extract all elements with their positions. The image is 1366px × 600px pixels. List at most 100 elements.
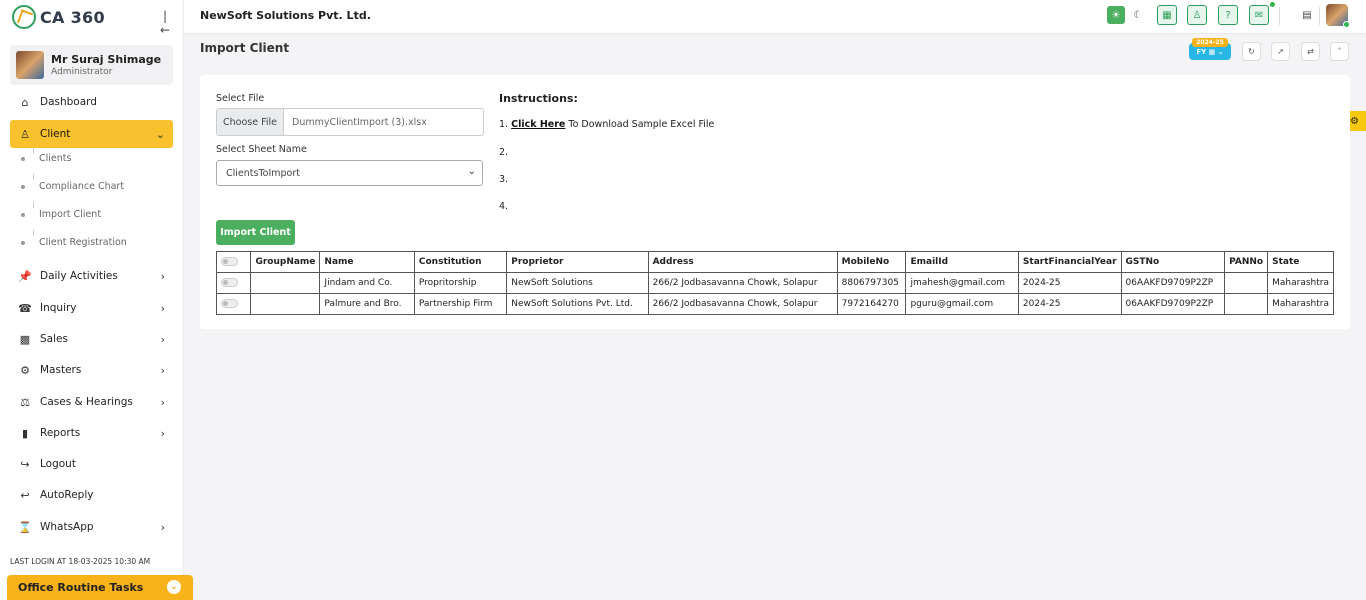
sidebar-item-cases-hearings[interactable]: ⚖ Cases & Hearings › — [10, 388, 173, 416]
table-cell: NewSoft Solutions Pvt. Ltd. — [506, 293, 649, 315]
hourglass-icon: ⌛ — [18, 520, 32, 534]
import-card: Select File Choose File DummyClientImpor… — [200, 75, 1350, 329]
table-cell — [1224, 293, 1269, 315]
table-cell: 06AAKFD9709P2ZP — [1120, 293, 1226, 315]
sidebar-item-label: Reports — [40, 427, 81, 439]
table-cell: Partnership Firm — [413, 293, 508, 315]
reply-icon: ↩ — [20, 488, 30, 502]
apps-icon[interactable]: ▦ — [1157, 5, 1177, 25]
import-preview-table: GroupName Name Constitution Proprietor A… — [215, 251, 1334, 315]
column-header: Constitution — [413, 251, 508, 273]
sidebar-subitem-clients[interactable]: Clients — [21, 152, 71, 166]
fy-year-badge: 2024-25 — [1192, 38, 1228, 47]
instruction-3: 3. — [499, 174, 509, 185]
topbar: NewSoft Solutions Pvt. Ltd. ☀ ☾ ▦ ♙ ? ✉ … — [184, 0, 1366, 34]
pin-icon[interactable]: ↗ — [1271, 42, 1290, 61]
calendar-icon: ▦ — [1208, 47, 1216, 56]
table-cell: 06AAKFD9709P2ZP — [1120, 272, 1226, 294]
dark-mode-icon[interactable]: ☾ — [1128, 5, 1148, 25]
user-name: Mr Suraj Shimage — [51, 53, 162, 66]
table-cell: Jindam and Co. — [319, 272, 415, 294]
instruction-1: 1. Click Here To Download Sample Excel F… — [499, 119, 714, 130]
sidebar-subitem-client-registration[interactable]: Client Registration — [21, 236, 127, 250]
chat-icon[interactable]: ▤ — [1297, 5, 1317, 25]
subitem-label: Client Registration — [39, 237, 127, 248]
column-header: PANNo — [1224, 251, 1269, 273]
bullet-icon — [21, 213, 25, 217]
instruction-text: To Download Sample Excel File — [568, 119, 715, 130]
toggle-switch[interactable] — [221, 299, 238, 308]
toggle-switch[interactable] — [221, 257, 238, 266]
subitem-label: Compliance Chart — [39, 181, 125, 192]
column-header: EmailId — [905, 251, 1019, 273]
sidebar-item-inquiry[interactable]: ☎ Inquiry › — [10, 294, 173, 322]
announcement-icon[interactable]: ✉ — [1249, 5, 1269, 25]
logo-text: CA 360 — [40, 7, 105, 27]
sidebar-item-daily-activities[interactable]: 📌 Daily Activities › — [10, 262, 173, 290]
download-sample-link[interactable]: Click Here — [511, 119, 565, 130]
file-name: DummyClientImport (3).xlsx — [292, 116, 427, 128]
column-header: GroupName — [250, 251, 321, 273]
divider — [1319, 7, 1320, 25]
refresh-icon[interactable]: ↻ — [1242, 42, 1261, 61]
tree-line — [33, 202, 34, 208]
table-cell — [250, 272, 321, 294]
collapse-sidebar-icon[interactable]: |← — [158, 9, 172, 37]
bullet-icon — [21, 185, 25, 189]
file-input[interactable]: Choose File DummyClientImport (3).xlsx — [216, 108, 484, 136]
column-header: Proprietor — [506, 251, 649, 273]
toggle-switch[interactable] — [221, 278, 238, 287]
sidebar-item-sales[interactable]: ▩ Sales › — [10, 325, 173, 353]
import-client-button[interactable]: Import Client — [216, 220, 295, 245]
table-cell: 266/2 Jodbasavanna Chowk, Solapur — [647, 272, 838, 294]
logo-icon — [12, 5, 36, 29]
sheet-name-select[interactable]: ClientsToImport ⌄ — [216, 160, 483, 186]
select-all-toggle-cell[interactable] — [215, 251, 252, 273]
file-icon: ▮ — [21, 426, 29, 440]
row-toggle-cell[interactable] — [215, 293, 252, 315]
column-header: Name — [319, 251, 415, 273]
sidebar-item-label: Logout — [40, 458, 76, 470]
tree-line — [33, 148, 34, 154]
user-role: Administrator — [51, 67, 113, 77]
sidebar-item-whatsapp[interactable]: ⌛ WhatsApp › — [10, 513, 173, 541]
table-cell: 266/2 Jodbasavanna Chowk, Solapur — [647, 293, 838, 315]
chevron-down-icon: ⌄ — [467, 166, 476, 177]
office-routine-tasks-button[interactable]: Office Routine Tasks ⌄ — [7, 575, 193, 600]
chevron-right-icon: › — [160, 521, 165, 534]
sidebar-item-label: Sales — [40, 333, 68, 345]
column-header: MobileNo — [836, 251, 907, 273]
table-cell — [250, 293, 321, 315]
sidebar-item-reports[interactable]: ▮ Reports › — [10, 419, 173, 447]
chevron-up-icon[interactable]: ˄ — [1330, 42, 1349, 61]
chevron-down-icon: ⌄ — [1217, 47, 1224, 56]
instructions-title: Instructions: — [499, 92, 578, 105]
bullet-icon — [21, 157, 25, 161]
sidebar-subitem-import-client[interactable]: Import Client — [21, 208, 101, 222]
divider — [1279, 7, 1280, 25]
light-mode-icon[interactable]: ☀ — [1107, 6, 1125, 24]
sidebar-item-autoreply[interactable]: ↩ AutoReply — [10, 481, 173, 509]
fy-label: FY — [1196, 47, 1207, 56]
instruction-2: 2. — [499, 147, 509, 158]
sidebar-item-label: Cases & Hearings — [40, 396, 133, 408]
logout-icon: ↪ — [20, 457, 30, 471]
table-row: Palmure and Bro. Partnership Firm NewSof… — [215, 293, 1334, 315]
user-profile[interactable]: Mr Suraj Shimage Administrator — [10, 45, 173, 85]
instruction-number: 1. — [499, 119, 509, 130]
row-toggle-cell[interactable] — [215, 272, 252, 294]
sidebar-item-logout[interactable]: ↪ Logout — [10, 450, 173, 478]
sync-icon[interactable]: ⇄ — [1301, 42, 1320, 61]
sidebar-subitem-compliance-chart[interactable]: Compliance Chart — [21, 180, 125, 194]
sidebar-item-dashboard[interactable]: ⌂ Dashboard — [10, 88, 173, 116]
choose-file-button[interactable]: Choose File — [217, 109, 284, 135]
team-icon[interactable]: ♙ — [1187, 5, 1207, 25]
help-icon[interactable]: ? — [1218, 5, 1238, 25]
app-logo[interactable]: CA 360 — [12, 5, 105, 29]
sidebar-item-client[interactable]: ♙ Client ⌄ — [10, 120, 173, 148]
users-icon: ♙ — [20, 127, 30, 141]
sidebar-item-masters[interactable]: ⚙ Masters › — [10, 356, 173, 384]
column-header: Address — [647, 251, 838, 273]
gears-icon: ⚙ — [20, 363, 30, 377]
column-header: State — [1267, 251, 1334, 273]
